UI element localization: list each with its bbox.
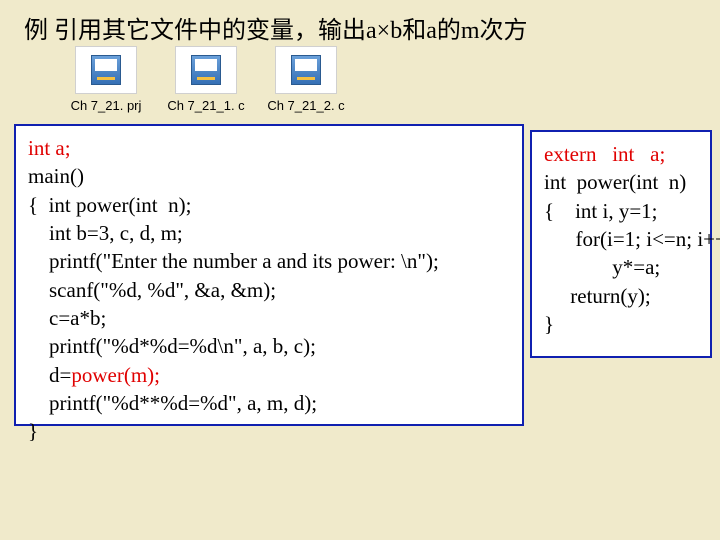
code-line: }: [28, 419, 38, 443]
code-line: { int power(int n);: [28, 193, 191, 217]
code-line: for(i=1; i<=n; i++): [544, 227, 720, 251]
code-line: printf("%d*%d=%d\n", a, b, c);: [28, 334, 316, 358]
file-icon: [275, 46, 337, 94]
slide-title: 例 引用其它文件中的变量，输出a×b和a的m次方: [24, 10, 528, 45]
code-power: extern int a; int power(int n) { int i, …: [544, 140, 698, 338]
file-label: Ch 7_21_2. c: [267, 98, 344, 113]
file-item-c1: Ch 7_21_1. c: [160, 46, 252, 113]
code-line: main(): [28, 164, 84, 188]
file-icon: [75, 46, 137, 94]
multiply-symbol: ×: [377, 18, 391, 44]
file-icon: [175, 46, 237, 94]
code-line: printf("%d**%d=%d", a, m, d);: [28, 391, 317, 415]
code-line: scanf("%d, %d", &a, &m);: [28, 278, 276, 302]
title-text-pre: 例 引用其它文件中的变量，输出a: [24, 18, 377, 44]
file-item-prj: Ch 7_21. prj: [60, 46, 152, 113]
code-line: int power(int n): [544, 170, 686, 194]
file-item-c2: Ch 7_21_2. c: [260, 46, 352, 113]
code-line: y*=a;: [544, 255, 660, 279]
file-label: Ch 7_21_1. c: [167, 98, 244, 113]
file-icons-row: Ch 7_21. prj Ch 7_21_1. c Ch 7_21_2. c: [60, 46, 352, 113]
code-line: int a;: [28, 136, 71, 160]
code-line: d=: [28, 363, 71, 387]
main-source-box: int a; main() { int power(int n); int b=…: [14, 124, 524, 426]
document-icon: [91, 55, 121, 85]
code-line: }: [544, 312, 554, 336]
code-line: extern int a;: [544, 142, 665, 166]
code-line: printf("Enter the number a and its power…: [28, 249, 439, 273]
title-text-post: b和a的m次方: [390, 18, 527, 44]
code-line: int b=3, c, d, m;: [28, 221, 183, 245]
code-main: int a; main() { int power(int n); int b=…: [28, 134, 510, 446]
code-call-power: power(m);: [71, 363, 160, 387]
code-line: return(y);: [544, 284, 651, 308]
code-line: { int i, y=1;: [544, 199, 658, 223]
power-source-box: extern int a; int power(int n) { int i, …: [530, 130, 712, 358]
document-icon: [291, 55, 321, 85]
document-icon: [191, 55, 221, 85]
file-label: Ch 7_21. prj: [71, 98, 142, 113]
code-line: c=a*b;: [28, 306, 106, 330]
